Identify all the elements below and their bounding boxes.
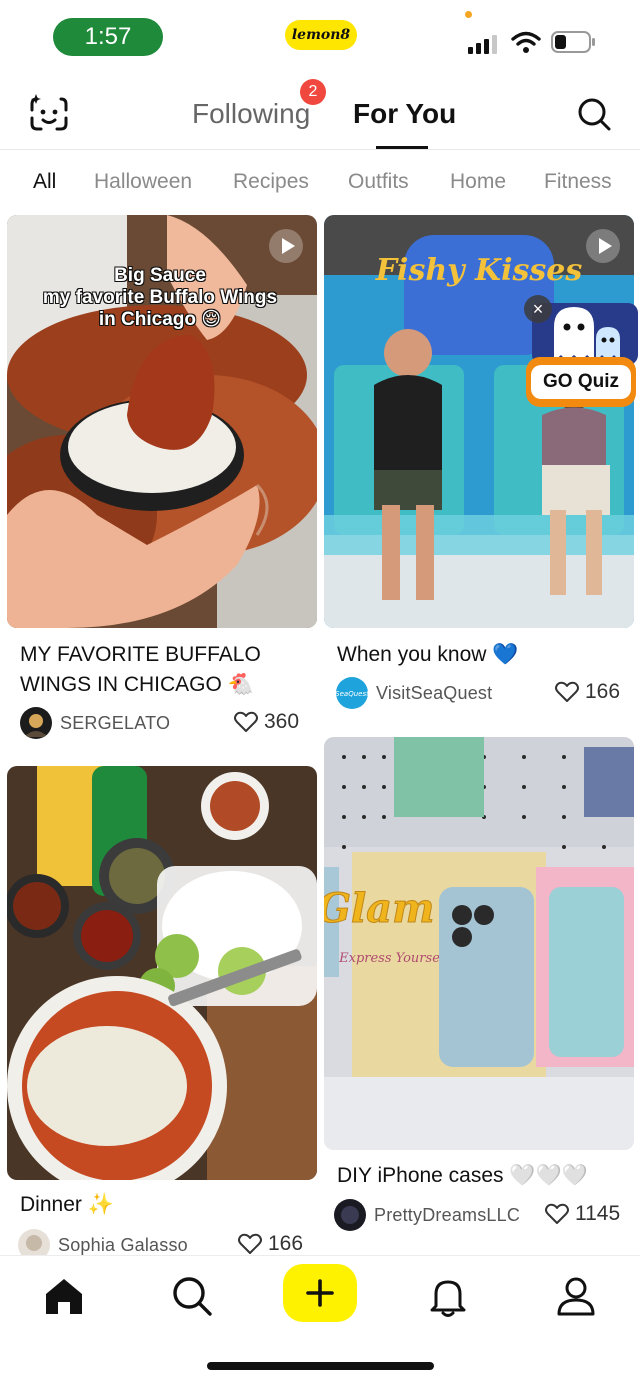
search-icon[interactable]	[576, 96, 612, 132]
ad-close-button[interactable]: ×	[524, 295, 552, 323]
like-count-value: 166	[268, 1232, 304, 1255]
like-count-value: 360	[264, 710, 300, 733]
author-avatar[interactable]: SeaQuest	[336, 677, 368, 709]
category-outfits[interactable]: Outfits	[348, 170, 409, 194]
box-sub-text: Express Yourself	[338, 951, 451, 966]
category-home[interactable]: Home	[450, 170, 506, 194]
author-avatar[interactable]	[334, 1199, 366, 1231]
heart-icon[interactable]	[545, 1203, 569, 1225]
like-count-value: 1145	[575, 1202, 621, 1225]
category-all[interactable]: All	[33, 170, 56, 194]
heart-icon[interactable]	[238, 1233, 262, 1255]
post-author-row[interactable]: PrettyDreamsLLC	[334, 1198, 520, 1232]
post-image-when-you-know[interactable]: Fishy Kisses	[324, 215, 634, 628]
post-title-line-2: WINGS IN CHICAGO 🐔	[20, 673, 254, 696]
video-play-icon	[586, 229, 620, 263]
home-icon[interactable]	[42, 1274, 86, 1318]
plus-icon	[306, 1279, 334, 1307]
category-fitness[interactable]: Fitness	[544, 170, 612, 194]
post-title-buffalo-wings[interactable]: MY FAVORITE BUFFALO WINGS IN CHICAGO 🐔	[20, 640, 310, 700]
like-count[interactable]: 166	[555, 680, 620, 704]
tab-for-you[interactable]: For You	[353, 98, 456, 130]
like-count[interactable]: 1145	[545, 1202, 620, 1226]
notification-badge: 2	[300, 79, 326, 105]
sign-fishy: Fishy Kisses	[375, 253, 583, 288]
halloween-quiz-ad[interactable]: × GO Quiz	[524, 295, 638, 411]
post-image-dinner[interactable]	[7, 766, 317, 1180]
seaquest-avatar-text: SeaQuest	[336, 690, 368, 698]
overlay-line-2: my favorite Buffalo Wings	[42, 287, 278, 308]
go-quiz-button[interactable]: GO Quiz	[526, 357, 636, 407]
top-nav: Following 2 For You	[0, 76, 640, 150]
author-name[interactable]: Sophia Galasso	[58, 1235, 188, 1256]
like-count[interactable]: 360	[234, 710, 299, 734]
bell-icon[interactable]	[426, 1274, 470, 1318]
category-tabs: All Halloween Recipes Outfits Home Fitne…	[0, 150, 640, 212]
overlay-line-3: in Chicago 😌	[98, 309, 222, 330]
cellular-signal-icon	[468, 35, 497, 54]
like-count[interactable]: 166	[238, 1232, 303, 1256]
status-bar: 1:57 lemon8	[0, 0, 640, 74]
post-title-dinner[interactable]: Dinner ✨	[20, 1190, 114, 1220]
author-name[interactable]: PrettyDreamsLLC	[374, 1205, 520, 1226]
active-tab-indicator	[376, 146, 428, 149]
like-count-value: 166	[585, 680, 621, 703]
home-indicator	[207, 1362, 434, 1370]
phone-case-photo: Glam Up Express Yourself	[324, 737, 634, 1150]
face-scan-icon[interactable]	[28, 94, 70, 134]
wifi-icon	[511, 31, 541, 53]
tab-following[interactable]: Following	[192, 98, 310, 130]
post-title-when-you-know[interactable]: When you know 💙	[337, 640, 518, 670]
post-author-row[interactable]: SeaQuest VisitSeaQuest	[336, 676, 492, 710]
seaquest-photo: Fishy Kisses	[324, 215, 634, 628]
lemon8-logo: lemon8	[285, 20, 357, 50]
status-time: 1:57	[53, 18, 163, 56]
search-icon[interactable]	[170, 1274, 214, 1318]
post-image-buffalo-wings[interactable]: Big Sauce my favorite Buffalo Wings in C…	[7, 215, 317, 628]
category-halloween[interactable]: Halloween	[94, 170, 192, 194]
category-recipes[interactable]: Recipes	[233, 170, 309, 194]
heart-icon[interactable]	[234, 711, 258, 733]
profile-icon[interactable]	[554, 1274, 598, 1318]
dinner-photo	[7, 766, 317, 1180]
create-post-button[interactable]	[283, 1264, 357, 1322]
post-title-line-1: MY FAVORITE BUFFALO	[20, 643, 261, 666]
author-name[interactable]: SERGELATO	[60, 713, 170, 734]
image-overlay-caption: Big Sauce my favorite Buffalo Wings in C…	[7, 265, 313, 331]
author-avatar[interactable]	[20, 707, 52, 739]
privacy-indicator-dot	[465, 11, 472, 18]
author-name[interactable]: VisitSeaQuest	[376, 683, 492, 704]
bottom-nav	[0, 1255, 640, 1384]
go-quiz-label: GO Quiz	[531, 365, 631, 399]
battery-icon	[551, 31, 595, 53]
overlay-line-1: Big Sauce	[114, 265, 206, 286]
video-play-icon	[269, 229, 303, 263]
post-author-row[interactable]: SERGELATO	[20, 706, 170, 740]
heart-icon[interactable]	[555, 681, 579, 703]
post-title-diy-iphone-cases[interactable]: DIY iPhone cases 🤍🤍🤍	[337, 1161, 588, 1191]
post-image-diy-iphone-cases[interactable]: Glam Up Express Yourself	[324, 737, 634, 1150]
